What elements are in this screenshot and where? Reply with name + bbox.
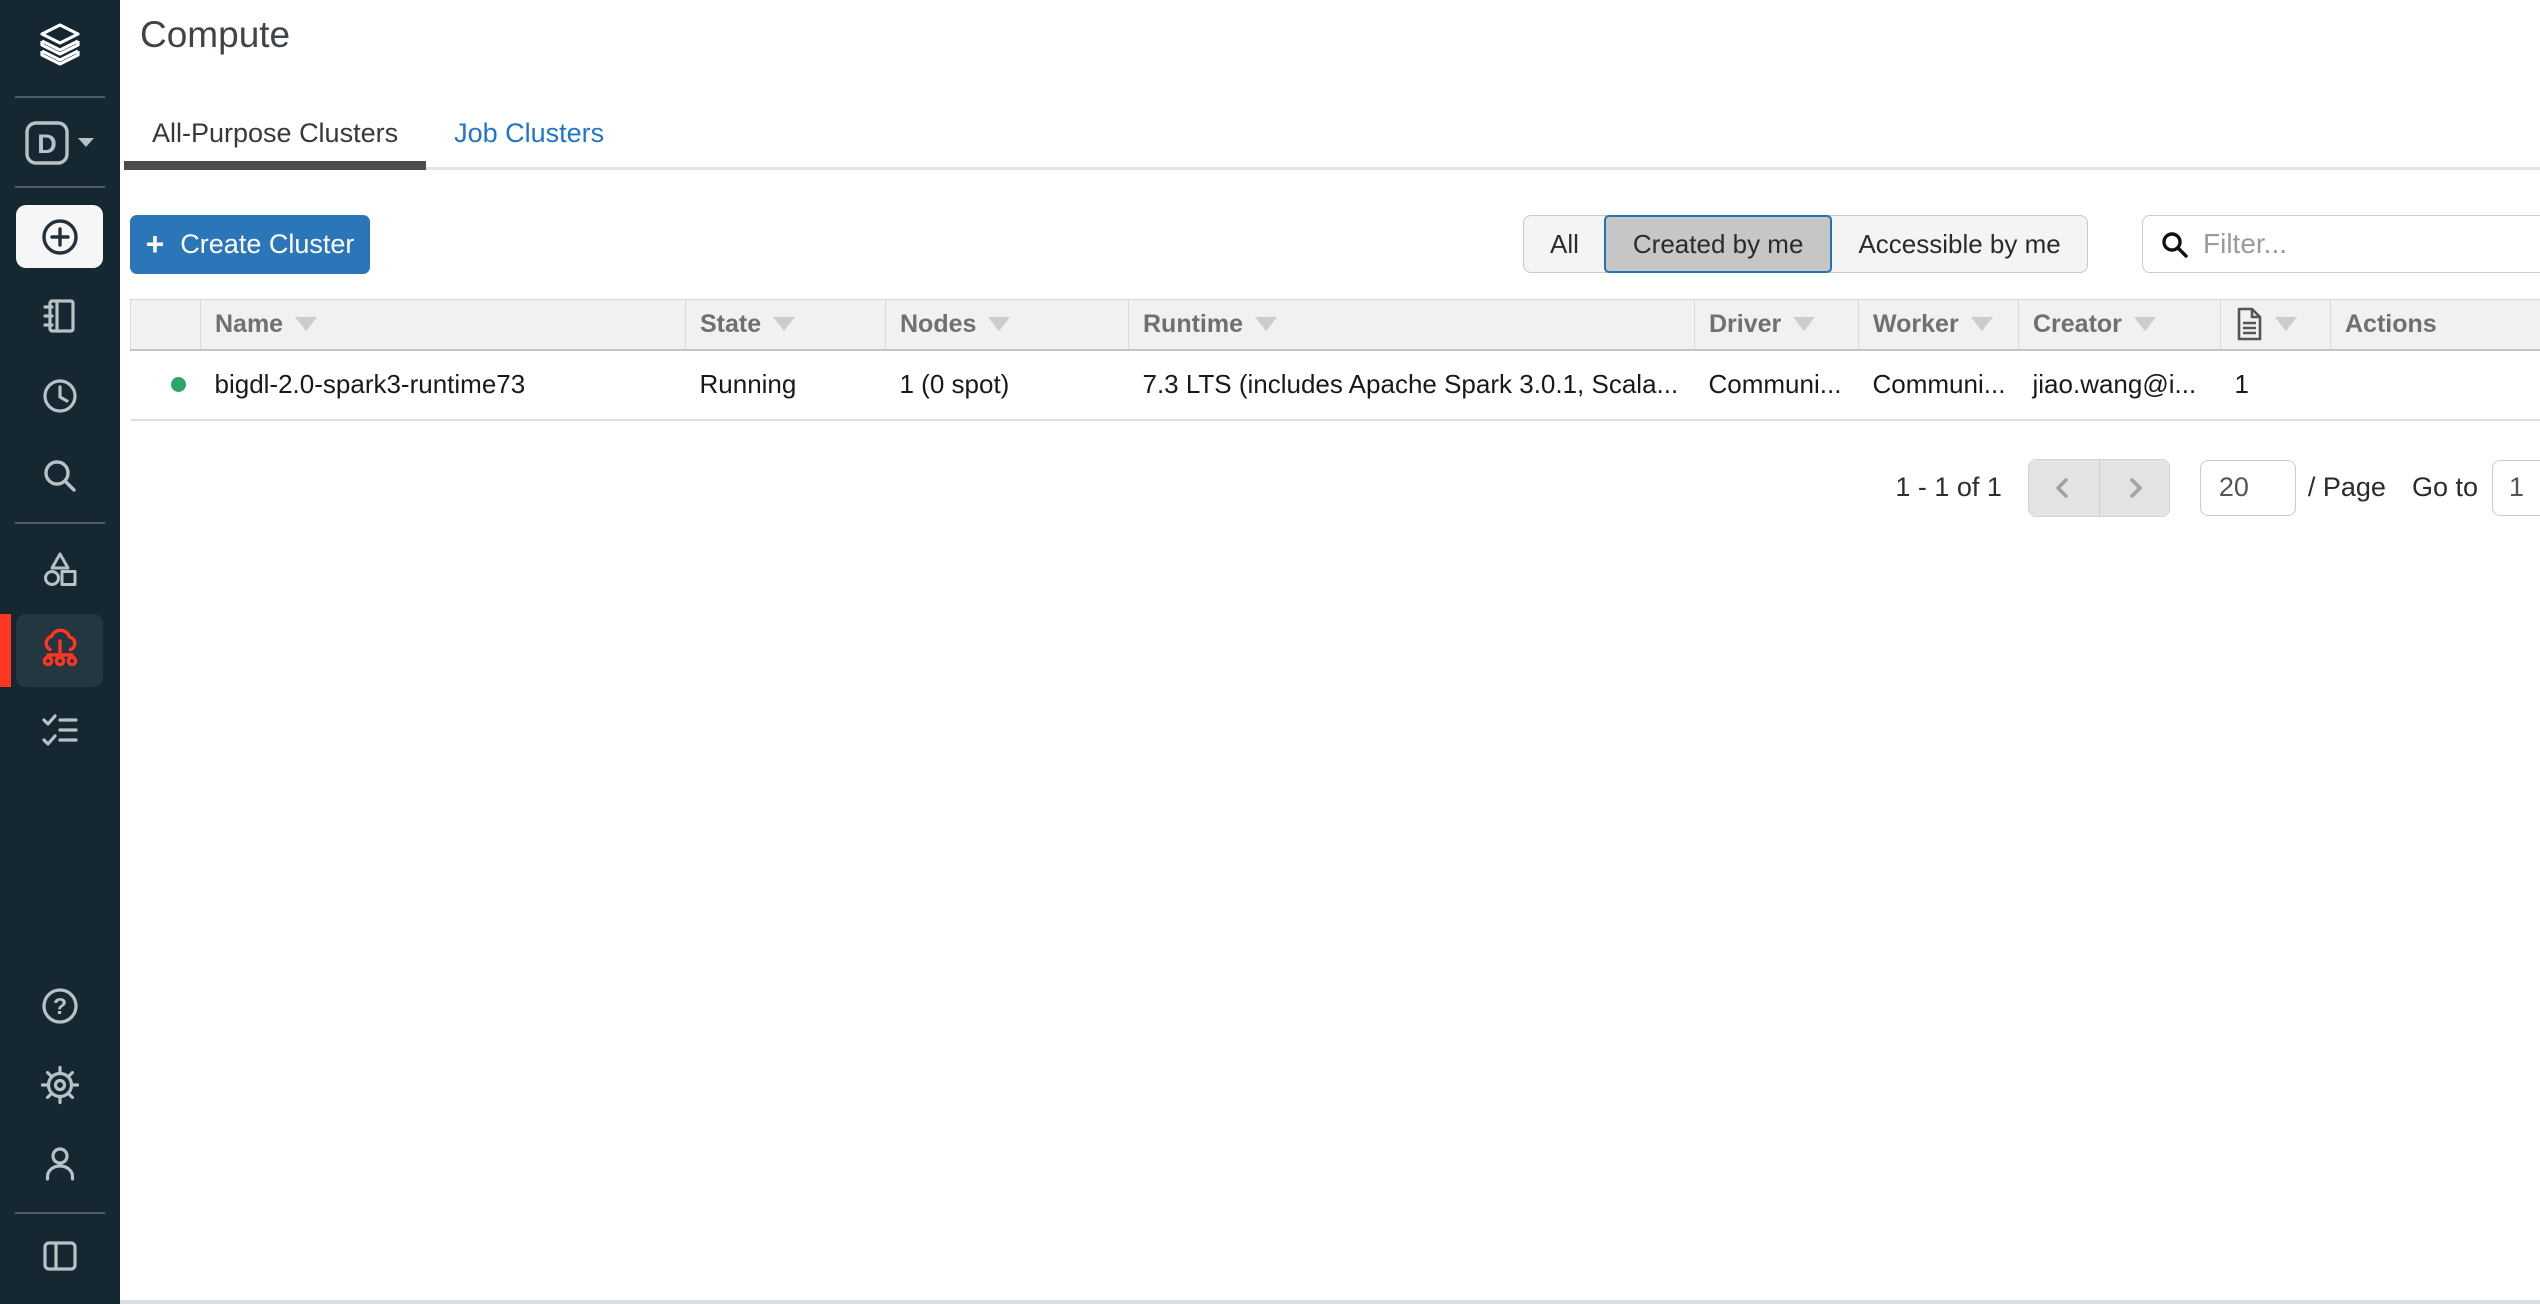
bottom-scrollbar-track[interactable] <box>120 1300 2540 1304</box>
clusters-table: Name State Nodes Runtime Driver <box>130 299 2540 421</box>
chevron-down-icon <box>78 138 94 147</box>
sidebar-collapse-toggle[interactable] <box>38 1234 82 1278</box>
pagination-range: 1 - 1 of 1 <box>1895 472 2002 503</box>
segment-all[interactable]: All <box>1524 216 1605 272</box>
shapes-icon <box>38 548 82 592</box>
task-list-icon <box>38 708 82 752</box>
tab-all-purpose-clusters[interactable]: All-Purpose Clusters <box>124 102 426 167</box>
column-header-status <box>131 300 201 350</box>
gear-icon <box>38 1063 82 1107</box>
sidebar: D <box>0 0 120 1304</box>
create-cluster-label: Create Cluster <box>180 229 354 260</box>
per-page-label: / Page <box>2308 472 2386 503</box>
column-header-driver[interactable]: Driver <box>1695 300 1859 350</box>
goto-page-input[interactable] <box>2492 460 2540 516</box>
sidebar-item-help[interactable]: ? <box>38 984 82 1028</box>
search-icon <box>2159 229 2189 259</box>
sidebar-item-clusters[interactable] <box>16 614 103 687</box>
sidebar-item-recents[interactable] <box>38 374 82 418</box>
help-icon: ? <box>38 984 82 1028</box>
cluster-notebooks-cell: 1 <box>2221 350 2331 420</box>
column-header-nodes[interactable]: Nodes <box>886 300 1129 350</box>
svg-text:?: ? <box>53 993 67 1019</box>
cluster-filter-segmented-control: All Created by me Accessible by me <box>1523 215 2088 273</box>
page-size-input[interactable] <box>2200 460 2296 516</box>
sidebar-divider <box>15 1212 105 1214</box>
document-icon <box>2235 307 2263 341</box>
filter-search-box <box>2142 215 2540 273</box>
panel-icon <box>38 1234 82 1278</box>
notebook-icon <box>38 294 82 338</box>
plus-icon: + <box>146 228 165 260</box>
column-header-actions: Actions <box>2331 300 2540 350</box>
pagination: 1 - 1 of 1 / Page Go to <box>120 459 2530 517</box>
sidebar-item-jobs[interactable] <box>38 708 82 752</box>
databricks-logo-icon <box>36 22 84 74</box>
sort-icon[interactable] <box>1971 317 1993 331</box>
sort-icon[interactable] <box>2134 317 2156 331</box>
compute-page: { "header": { "title": "Compute" }, "sid… <box>0 0 2540 1304</box>
column-header-notebooks[interactable] <box>2221 300 2331 350</box>
page-title: Compute <box>140 14 2540 56</box>
sidebar-item-workspace[interactable] <box>38 294 82 338</box>
sort-icon[interactable] <box>773 317 795 331</box>
sidebar-divider <box>15 96 105 98</box>
main-content: Compute All-Purpose Clusters Job Cluster… <box>120 0 2540 1304</box>
sidebar-item-models[interactable] <box>38 548 82 592</box>
plus-circle-icon <box>38 215 82 259</box>
sort-icon[interactable] <box>1255 317 1277 331</box>
cluster-worker-cell: Communi... <box>1859 350 2019 420</box>
cluster-state-cell: Running <box>686 350 886 420</box>
cluster-actions-cell <box>2331 350 2540 420</box>
create-cluster-button[interactable]: + Create Cluster <box>130 215 370 274</box>
next-page-button[interactable] <box>2099 460 2169 516</box>
sidebar-divider <box>15 186 105 188</box>
cluster-status-cell <box>131 350 201 420</box>
table-header-row: Name State Nodes Runtime Driver <box>131 300 2540 350</box>
sidebar-item-search[interactable] <box>38 454 82 498</box>
toolbar: + Create Cluster All Created by me Acces… <box>130 215 2540 274</box>
cluster-name-cell[interactable]: bigdl-2.0-spark3-runtime73 <box>201 350 686 420</box>
column-header-state[interactable]: State <box>686 300 886 350</box>
sort-icon[interactable] <box>988 317 1010 331</box>
cluster-cloud-icon <box>37 628 83 674</box>
cluster-nodes-cell: 1 (0 spot) <box>886 350 1129 420</box>
segment-accessible-by-me[interactable]: Accessible by me <box>1831 216 2086 272</box>
previous-page-button[interactable] <box>2029 460 2099 516</box>
pagination-buttons <box>2028 459 2170 517</box>
workspace-badge-letter: D <box>37 129 57 159</box>
sort-icon[interactable] <box>1793 317 1815 331</box>
running-status-dot <box>171 377 186 392</box>
clock-icon <box>38 374 82 418</box>
column-header-runtime[interactable]: Runtime <box>1129 300 1695 350</box>
sidebar-item-create[interactable] <box>16 205 103 268</box>
cluster-runtime-cell: 7.3 LTS (includes Apache Spark 3.0.1, Sc… <box>1129 350 1695 420</box>
cluster-row[interactable]: bigdl-2.0-spark3-runtime73 Running 1 (0 … <box>131 350 2540 420</box>
sidebar-divider <box>15 522 105 524</box>
cluster-driver-cell: Communi... <box>1695 350 1859 420</box>
goto-label: Go to <box>2412 472 2478 503</box>
sidebar-item-settings[interactable] <box>38 1063 82 1107</box>
search-icon <box>38 454 82 498</box>
tab-job-clusters[interactable]: Job Clusters <box>426 102 632 167</box>
sidebar-item-account[interactable] <box>38 1142 82 1186</box>
workspace-switcher[interactable]: D <box>24 120 104 166</box>
tab-bar: All-Purpose Clusters Job Clusters <box>124 102 2540 170</box>
cluster-creator-cell: jiao.wang@i... <box>2019 350 2221 420</box>
person-icon <box>38 1142 82 1186</box>
sort-icon[interactable] <box>2275 317 2297 331</box>
segment-created-by-me[interactable]: Created by me <box>1604 215 1833 273</box>
chevron-left-icon <box>2050 474 2078 502</box>
active-item-indicator <box>0 614 11 687</box>
chevron-right-icon <box>2120 474 2148 502</box>
column-header-creator[interactable]: Creator <box>2019 300 2221 350</box>
column-header-name[interactable]: Name <box>201 300 686 350</box>
column-header-worker[interactable]: Worker <box>1859 300 2019 350</box>
filter-input[interactable] <box>2203 228 2540 260</box>
sort-icon[interactable] <box>295 317 317 331</box>
